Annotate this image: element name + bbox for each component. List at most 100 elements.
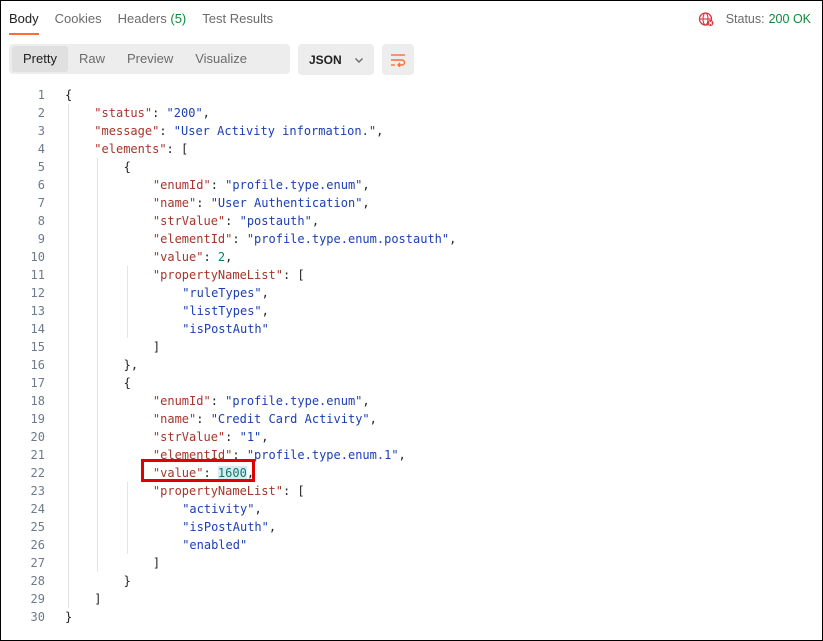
line-number: 12 bbox=[30, 286, 45, 300]
code-line: 3 "message": "User Activity information."… bbox=[1, 122, 821, 140]
code-text: "isPostAuth", bbox=[182, 518, 276, 536]
code-line: 4 "elements": [ bbox=[1, 140, 821, 158]
code-line: 18 "enumId": "profile.type.enum", bbox=[1, 392, 821, 410]
view-mode-visualize[interactable]: Visualize bbox=[184, 46, 258, 72]
code-text: "name": "Credit Card Activity", bbox=[153, 410, 377, 428]
json-key: "name" bbox=[152, 412, 197, 426]
json-key: "name" bbox=[152, 196, 197, 210]
code-line: 25 "isPostAuth", bbox=[1, 518, 821, 536]
json-string: "isPostAuth" bbox=[182, 520, 269, 534]
tab-headers-label: Headers bbox=[117, 11, 167, 26]
json-punct: : bbox=[203, 250, 218, 264]
tab-test-results[interactable]: Test Results bbox=[202, 1, 273, 35]
line-number: 16 bbox=[30, 358, 45, 372]
json-punct: : bbox=[232, 232, 247, 246]
json-string: "listTypes" bbox=[182, 304, 262, 318]
line-number: 4 bbox=[37, 142, 45, 156]
json-punct: , bbox=[398, 448, 406, 462]
json-punct: , bbox=[362, 394, 370, 408]
code-text: "strValue": "postauth", bbox=[153, 212, 319, 230]
line-number: 25 bbox=[30, 520, 45, 534]
json-punct: : bbox=[225, 214, 240, 228]
code-text: "elements": [ bbox=[94, 140, 188, 158]
code-line: 22 "value": 1600, bbox=[1, 464, 821, 482]
json-string: "postauth" bbox=[239, 214, 312, 228]
view-mode-pretty[interactable]: Pretty bbox=[12, 46, 68, 72]
json-string: "Credit Card Activity" bbox=[210, 412, 370, 426]
code-line: 26 "enabled" bbox=[1, 536, 821, 554]
code-text: } bbox=[65, 608, 72, 626]
chevron-down-icon bbox=[354, 57, 363, 63]
json-punct: , bbox=[254, 502, 262, 516]
status-value[interactable]: 200 OK bbox=[769, 12, 811, 26]
json-punct: : bbox=[210, 178, 226, 192]
json-string: "enabled" bbox=[182, 538, 248, 552]
json-punct: , bbox=[449, 232, 457, 246]
code-text: } bbox=[124, 572, 131, 590]
code-line: 12 "ruleTypes", bbox=[1, 284, 821, 302]
code-line: 6 "enumId": "profile.type.enum", bbox=[1, 176, 821, 194]
json-key: "elementId" bbox=[152, 232, 233, 246]
json-punct: } bbox=[123, 574, 131, 588]
code-text: ] bbox=[153, 338, 160, 356]
wrap-lines-button[interactable] bbox=[382, 44, 414, 75]
json-punct: }, bbox=[123, 358, 139, 372]
format-dropdown[interactable]: JSON bbox=[298, 44, 374, 75]
json-key: "propertyNameList" bbox=[152, 484, 283, 498]
json-punct: , bbox=[261, 430, 269, 444]
json-punct: { bbox=[123, 160, 131, 174]
line-number: 15 bbox=[30, 340, 45, 354]
code-line: 23 "propertyNameList": [ bbox=[1, 482, 821, 500]
line-number: 17 bbox=[30, 376, 45, 390]
json-punct: : bbox=[159, 124, 174, 138]
json-punct: , bbox=[202, 106, 210, 120]
code-text: ] bbox=[153, 554, 160, 572]
code-line: 5{ bbox=[1, 158, 821, 176]
code-text: "strValue": "1", bbox=[153, 428, 269, 446]
json-key: "message" bbox=[94, 124, 160, 138]
view-mode-raw[interactable]: Raw bbox=[68, 46, 116, 72]
globe-error-icon[interactable] bbox=[698, 11, 714, 27]
json-string: "User Authentication" bbox=[210, 196, 363, 210]
line-number: 27 bbox=[30, 556, 45, 570]
view-mode-preview[interactable]: Preview bbox=[116, 46, 184, 72]
code-text: ] bbox=[94, 590, 101, 608]
tab-body[interactable]: Body bbox=[9, 1, 39, 35]
json-punct: : [ bbox=[282, 268, 305, 282]
code-text: }, bbox=[124, 356, 138, 374]
line-number: 28 bbox=[30, 574, 45, 588]
json-punct: , bbox=[261, 304, 269, 318]
status-area: Status: 200 OK bbox=[698, 11, 811, 27]
line-number: 22 bbox=[30, 466, 45, 480]
json-punct: , bbox=[311, 214, 320, 228]
line-number: 24 bbox=[30, 502, 45, 516]
json-punct: , bbox=[225, 250, 233, 264]
json-punct: ] bbox=[152, 340, 161, 354]
json-punct: } bbox=[65, 610, 73, 624]
json-string: "activity" bbox=[182, 502, 255, 516]
line-number: 30 bbox=[30, 610, 45, 624]
code-line: 9 "elementId": "profile.type.enum.postaut… bbox=[1, 230, 821, 248]
line-number: 11 bbox=[30, 268, 45, 282]
json-punct: : bbox=[152, 106, 167, 120]
tab-cookies[interactable]: Cookies bbox=[55, 1, 102, 35]
json-punct: , bbox=[362, 196, 370, 210]
line-number: 26 bbox=[30, 538, 45, 552]
line-number: 2 bbox=[37, 106, 45, 120]
line-number: 8 bbox=[37, 214, 45, 228]
line-number: 6 bbox=[37, 178, 45, 192]
line-number: 13 bbox=[30, 304, 45, 318]
tab-headers[interactable]: Headers (5) bbox=[118, 1, 187, 35]
line-number: 14 bbox=[30, 322, 45, 336]
code-text: "enumId": "profile.type.enum", bbox=[153, 392, 370, 410]
code-text: "enabled" bbox=[182, 536, 247, 554]
code-text: "isPostAuth" bbox=[182, 320, 269, 338]
code-text: "value": 2, bbox=[153, 248, 233, 266]
json-string: "profile.type.enum.postauth" bbox=[246, 232, 450, 246]
line-number: 9 bbox=[37, 232, 45, 246]
code-line: 15] bbox=[1, 338, 821, 356]
json-punct: : [ bbox=[282, 484, 305, 498]
json-punct: { bbox=[123, 376, 131, 390]
json-key: "enumId" bbox=[152, 394, 211, 408]
json-string: "User Activity information." bbox=[173, 124, 377, 138]
